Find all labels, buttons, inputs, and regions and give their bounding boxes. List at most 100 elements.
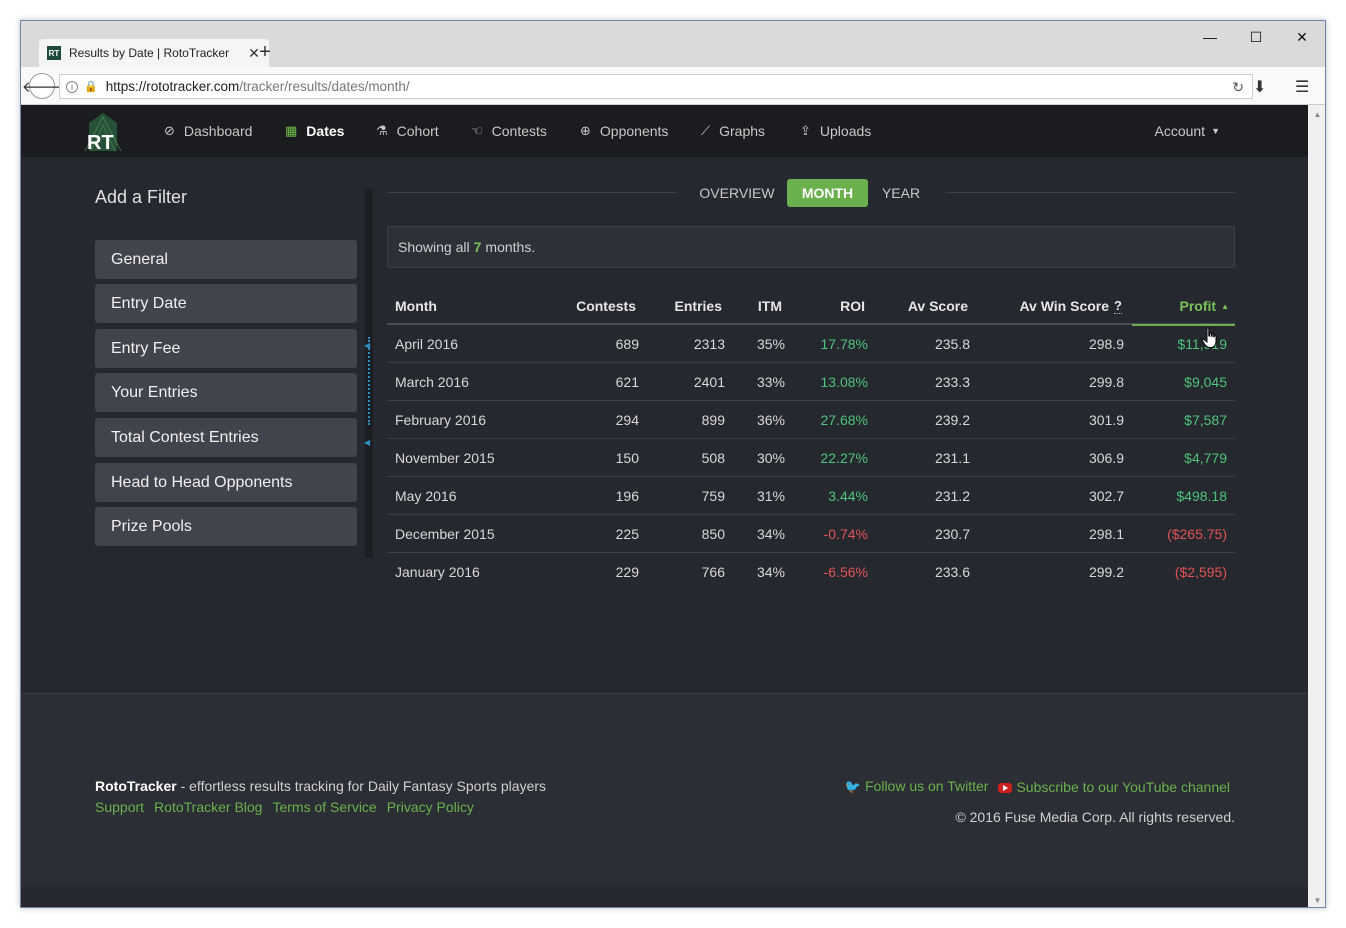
cell-entries: 508 (701, 450, 725, 466)
url-path: /tracker/results/dates/month/ (239, 79, 410, 94)
filter-your-entries-button[interactable]: Your Entries (95, 373, 357, 412)
tab-overview[interactable]: OVERVIEW (695, 179, 779, 207)
maximize-icon[interactable]: ☐ (1236, 25, 1276, 49)
nav-contests[interactable]: ☜ Contests (471, 105, 547, 157)
youtube-label: Subscribe to our YouTube channel (1016, 778, 1230, 795)
youtube-icon (998, 782, 1013, 793)
collapse-left-icon[interactable]: ◀ (364, 341, 370, 350)
new-tab-icon[interactable]: + (255, 41, 275, 63)
tab-year[interactable]: YEAR (877, 179, 925, 207)
footer-link-terms[interactable]: Terms of Service (272, 799, 376, 815)
cell-roi: -6.56% (823, 564, 868, 580)
crosshair-icon: ⊕ (580, 123, 591, 138)
nav-cohort-label: Cohort (396, 123, 439, 139)
nav-graphs[interactable]: ⟋ Graphs (701, 105, 765, 157)
nav-dates-label: Dates (306, 123, 345, 139)
col-month-header[interactable]: Month (395, 287, 437, 325)
youtube-link[interactable]: Subscribe to our YouTube channel (998, 779, 1230, 795)
scroll-down-icon[interactable]: ▼ (1308, 891, 1325, 907)
summary-count: 7 (473, 239, 482, 255)
filter-entry-fee-button[interactable]: Entry Fee (95, 329, 357, 368)
rototracker-logo-icon[interactable]: RT (79, 111, 123, 153)
back-arrow-icon[interactable]: 🡐 (22, 73, 62, 99)
cell-av-score: 239.2 (934, 412, 970, 428)
col-itm-header[interactable]: ITM (732, 287, 782, 325)
browser-tab[interactable]: RT Results by Date | RotoTracker ✕ (39, 39, 269, 67)
filter-entry-date-button[interactable]: Entry Date (95, 284, 357, 323)
cell-itm: 34% (756, 564, 785, 580)
cell-month: March 2016 (395, 374, 469, 390)
cell-itm: 31% (756, 488, 785, 504)
filter-head-to-head-opponents-button[interactable]: Head to Head Opponents (95, 463, 357, 502)
col-profit-header[interactable]: Profit ▲ (1132, 287, 1229, 325)
rototracker-favicon-icon: RT (47, 46, 61, 60)
col-entries-header[interactable]: Entries (647, 287, 722, 325)
col-profit-label: Profit (1179, 298, 1217, 314)
cell-contests: 689 (615, 336, 639, 352)
table-row: January 2016 229 766 34% -6.56% 233.6 299.2 ($2… (387, 553, 1235, 591)
address-bar: 🡐 i 🔒 https://rototracker.com/tracker/re… (21, 67, 1325, 105)
vertical-scrollbar[interactable]: ▲ ▼ (1308, 105, 1325, 907)
hand-cursor-icon (1201, 327, 1217, 348)
cell-contests: 225 (615, 526, 639, 542)
cell-contests: 150 (615, 450, 639, 466)
account-dropdown[interactable]: Account ▼ (1154, 105, 1220, 157)
cell-entries: 759 (701, 488, 725, 504)
nav-opponents[interactable]: ⊕ Opponents (580, 105, 668, 157)
cell-month: December 2015 (395, 526, 495, 542)
cell-roi: -0.74% (823, 526, 868, 542)
download-icon[interactable]: ⬇ (1253, 77, 1266, 97)
cell-av-score: 235.8 (934, 336, 970, 352)
nav-graphs-label: Graphs (719, 123, 766, 139)
filter-prize-pools-button[interactable]: Prize Pools (95, 507, 357, 546)
url-field[interactable]: i 🔒 https://rototracker.com/tracker/resu… (59, 74, 1253, 99)
footer-social: 🐦 Follow us on Twitter Subscribe to our Y… (845, 778, 1230, 795)
nav-dates[interactable]: ▦ Dates (285, 105, 344, 157)
results-table: Month Contests Entries ITM ROI Av Score … (387, 287, 1235, 591)
twitter-link[interactable]: 🐦 Follow us on Twitter (845, 778, 989, 795)
nav-dashboard[interactable]: ⊘ Dashboard (164, 105, 252, 157)
cell-month: November 2015 (395, 450, 495, 466)
cell-roi: 17.78% (820, 336, 868, 352)
site-navbar: RT ⊘ Dashboard ▦ Dates ⚗ Cohort ☜ Contests ⊕… (21, 105, 1308, 157)
col-av-score-header[interactable]: Av Score (877, 287, 968, 325)
help-question-icon[interactable]: ? (1114, 298, 1122, 314)
cell-month: January 2016 (395, 564, 480, 580)
footer-links: Support RotoTracker Blog Terms of Servic… (95, 799, 474, 815)
filter-general-button[interactable]: General (95, 240, 357, 279)
calendar-icon: ▦ (285, 123, 298, 138)
cell-av-score: 231.2 (934, 488, 970, 504)
cell-av-win-score: 298.1 (1088, 526, 1124, 542)
table-row: April 2016 689 2313 35% 17.78% 235.8 298.9 $11,… (387, 325, 1235, 363)
tab-month[interactable]: MONTH (787, 179, 868, 207)
reload-icon[interactable]: ↻ (1232, 79, 1244, 96)
cell-roi: 3.44% (828, 488, 868, 504)
footer-tagline: RotoTracker - effortless results trackin… (95, 778, 546, 794)
info-icon[interactable]: i (66, 80, 78, 93)
cell-av-win-score: 306.9 (1088, 450, 1124, 466)
footer-link-support[interactable]: Support (95, 799, 144, 815)
cell-itm: 35% (756, 336, 785, 352)
footer-link-blog[interactable]: RotoTracker Blog (154, 799, 262, 815)
menu-icon[interactable]: ☰ (1295, 77, 1309, 97)
col-av-win-score-header[interactable]: Av Win Score? (987, 287, 1122, 325)
cell-profit: ($265.75) (1167, 526, 1227, 542)
minimize-icon[interactable]: — (1190, 25, 1230, 49)
table-row: May 2016 196 759 31% 3.44% 231.2 302.7 $498.18 (387, 477, 1235, 515)
nav-uploads[interactable]: ⇪ Uploads (800, 105, 871, 157)
window-close-icon[interactable]: ✕ (1282, 25, 1322, 49)
col-roi-header[interactable]: ROI (792, 287, 865, 325)
collapse-left-icon-lower[interactable]: ◀ (364, 438, 370, 447)
filter-total-contest-entries-button[interactable]: Total Contest Entries (95, 418, 357, 457)
col-contests-header[interactable]: Contests (537, 287, 636, 325)
scroll-up-icon[interactable]: ▲ (1308, 105, 1325, 123)
nav-cohort[interactable]: ⚗ Cohort (376, 105, 439, 157)
footer-link-privacy[interactable]: Privacy Policy (387, 799, 474, 815)
cell-roi: 13.08% (820, 374, 868, 390)
hand-icon: ☜ (471, 123, 483, 138)
resize-grip (368, 337, 370, 425)
twitter-label: Follow us on Twitter (865, 778, 989, 794)
cell-av-win-score: 299.2 (1088, 564, 1124, 580)
table-row: March 2016 621 2401 33% 13.08% 233.3 299.8 $9,0… (387, 363, 1235, 401)
cell-av-win-score: 298.9 (1088, 336, 1124, 352)
